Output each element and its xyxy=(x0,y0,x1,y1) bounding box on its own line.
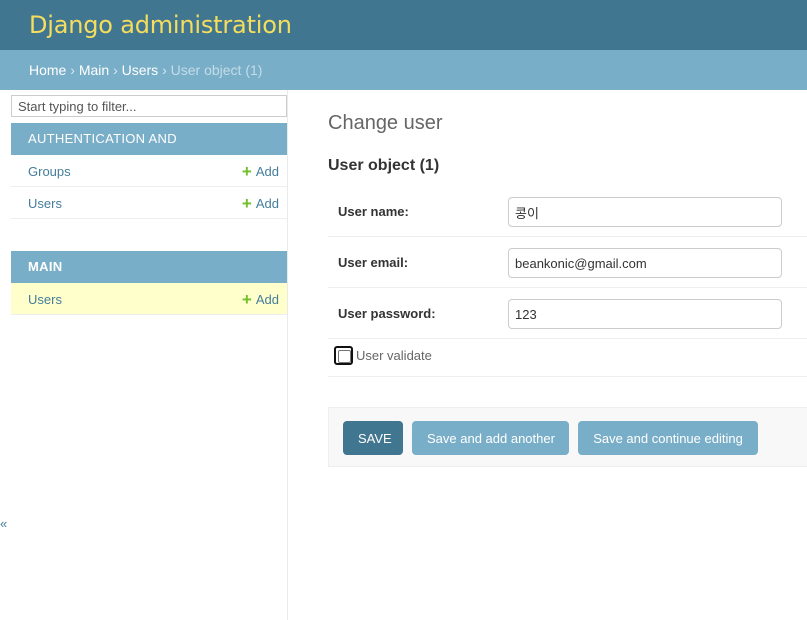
form-row-email: User email: xyxy=(328,237,807,288)
username-label: User name: xyxy=(338,204,409,219)
breadcrumb: Home › Main › Users › User object (1) xyxy=(0,50,807,90)
breadcrumb-home-link[interactable]: Home xyxy=(29,62,66,78)
validate-checkbox[interactable] xyxy=(334,346,353,365)
breadcrumb-current: User object (1) xyxy=(170,62,263,78)
breadcrumb-separator: › xyxy=(162,62,167,78)
submit-row: SAVE Save and add another Save and conti… xyxy=(328,407,807,467)
sidebar-item-main-users: Users + Add xyxy=(11,283,287,315)
breadcrumb-app-link[interactable]: Main xyxy=(79,62,109,78)
object-title: User object (1) xyxy=(328,157,440,174)
password-label: User password: xyxy=(338,306,436,321)
breadcrumb-separator: › xyxy=(70,62,75,78)
form-row-username: User name: xyxy=(328,186,807,237)
save-and-add-another-button[interactable]: Save and add another xyxy=(412,421,569,455)
plus-icon: + xyxy=(241,194,252,213)
nav-filter-input[interactable] xyxy=(11,95,287,117)
model-link-auth-users[interactable]: Users xyxy=(28,196,62,211)
header: Django administration xyxy=(0,0,807,50)
site-title[interactable]: Django administration xyxy=(29,11,292,39)
sidebar-item-groups: Groups + Add xyxy=(11,155,287,187)
breadcrumb-model-link[interactable]: Users xyxy=(122,62,159,78)
sidebar-nav: AUTHENTICATION AND AUTHORIZATION Groups … xyxy=(11,90,288,620)
validate-label[interactable]: User validate xyxy=(356,348,432,363)
username-field[interactable] xyxy=(508,197,782,227)
page-title: Change user xyxy=(328,112,443,134)
email-field[interactable] xyxy=(508,248,782,278)
add-label: Add xyxy=(255,196,279,211)
form-row-validate: User validate xyxy=(328,337,807,377)
form-row-password: User password: xyxy=(328,288,807,339)
add-auth-users-link[interactable]: + Add xyxy=(242,194,279,214)
model-link-main-users[interactable]: Users xyxy=(28,292,62,307)
password-field[interactable] xyxy=(508,299,782,329)
email-label: User email: xyxy=(338,255,409,270)
save-and-continue-button[interactable]: Save and continue editing xyxy=(578,421,758,455)
sidebar-item-auth-users: Users + Add xyxy=(11,187,287,219)
module-caption-auth[interactable]: AUTHENTICATION AND AUTHORIZATION xyxy=(11,123,287,178)
add-groups-link[interactable]: + Add xyxy=(242,162,279,182)
module-caption-main[interactable]: MAIN xyxy=(11,251,287,283)
plus-icon: + xyxy=(241,290,252,309)
add-label: Add xyxy=(255,164,279,179)
breadcrumb-separator: › xyxy=(113,62,118,78)
model-link-groups[interactable]: Groups xyxy=(28,164,71,179)
add-label: Add xyxy=(255,292,279,307)
plus-icon: + xyxy=(241,162,252,181)
add-main-users-link[interactable]: + Add xyxy=(242,290,279,310)
save-button[interactable]: SAVE xyxy=(343,421,403,455)
collapse-icon[interactable]: « xyxy=(0,516,7,531)
